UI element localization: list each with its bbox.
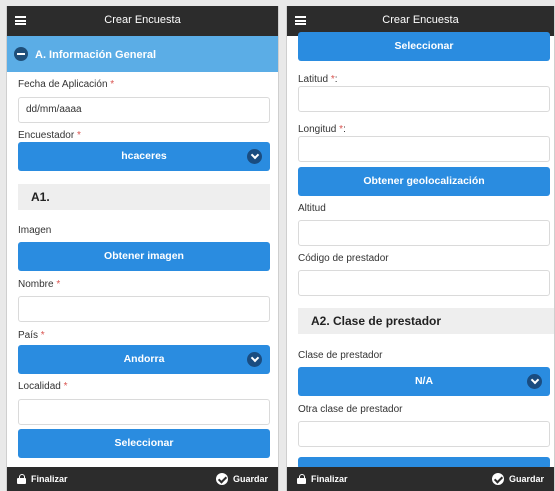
page-title: Crear Encuesta — [104, 14, 181, 26]
clase-select[interactable]: N/A — [298, 367, 550, 396]
altitud-input[interactable] — [298, 220, 550, 246]
chevron-down-icon — [247, 149, 262, 164]
clase-value: N/A — [414, 375, 434, 387]
latitud-label: Latitud *: — [298, 74, 338, 85]
finalizar-button[interactable]: Finalizar — [17, 474, 68, 484]
otra-clase-label: Otra clase de prestador — [298, 404, 403, 415]
left-screen: Crear Encuesta A. Información General Fe… — [6, 6, 279, 491]
longitud-label: Longitud *: — [298, 124, 346, 135]
longitud-input[interactable] — [298, 136, 550, 162]
guardar-label: Guardar — [508, 474, 544, 484]
guardar-label: Guardar — [232, 474, 268, 484]
fecha-input[interactable]: dd/mm/aaaa — [18, 97, 270, 123]
nombre-label: Nombre * — [18, 279, 61, 290]
altitud-label: Altitud — [298, 203, 326, 214]
section-title: A. Información General — [35, 49, 157, 61]
subsection-a1: A1. — [18, 184, 270, 210]
pais-value: Andorra — [123, 353, 165, 365]
check-circle-icon — [491, 473, 504, 485]
top-bar: Crear Encuesta — [7, 6, 278, 36]
subsection-a2: A2. Clase de prestador — [298, 308, 554, 334]
encuestador-value: hcaceres — [121, 150, 167, 162]
clase-label: Clase de prestador — [298, 350, 383, 361]
encuestador-select[interactable]: hcaceres — [18, 142, 270, 171]
page-title: Crear Encuesta — [382, 14, 459, 26]
codigo-label: Código de prestador — [298, 253, 389, 264]
screenshot-stage: Crear Encuesta A. Información General Fe… — [0, 0, 555, 491]
section-header-informacion-general[interactable]: A. Información General — [7, 36, 278, 72]
chevron-down-icon — [247, 352, 262, 367]
finalizar-button[interactable]: Finalizar — [297, 474, 348, 484]
lock-icon — [17, 474, 26, 484]
seleccionar-button[interactable]: Seleccionar — [18, 429, 270, 458]
otra-clase-input[interactable] — [298, 421, 550, 447]
obtener-geolocalizacion-button[interactable]: Obtener geolocalización — [298, 167, 550, 196]
pais-label: País * — [18, 330, 45, 341]
guardar-button[interactable]: Guardar — [491, 473, 544, 485]
seleccionar-button[interactable]: Seleccionar — [298, 32, 550, 61]
localidad-label: Localidad * — [18, 381, 68, 392]
codigo-input[interactable] — [298, 270, 550, 296]
bottom-bar: Finalizar Guardar — [287, 467, 554, 491]
guardar-button[interactable]: Guardar — [215, 473, 268, 485]
localidad-input[interactable] — [18, 399, 270, 425]
check-circle-icon — [215, 473, 228, 485]
finalizar-label: Finalizar — [311, 474, 348, 484]
latitud-input[interactable] — [298, 86, 550, 112]
collapse-minus-icon[interactable] — [14, 47, 28, 61]
chevron-down-icon — [527, 374, 542, 389]
finalizar-label: Finalizar — [31, 474, 68, 484]
lock-icon — [297, 474, 306, 484]
fecha-label: Fecha de Aplicación * — [18, 79, 115, 90]
pais-select[interactable]: Andorra — [18, 345, 270, 374]
right-screen: Crear Encuesta Seleccionar Latitud *: Lo… — [286, 6, 555, 491]
imagen-label: Imagen — [18, 225, 52, 236]
nombre-input[interactable] — [18, 296, 270, 322]
encuestador-label: Encuestador * — [18, 130, 81, 141]
obtener-imagen-button[interactable]: Obtener imagen — [18, 242, 270, 271]
bottom-bar: Finalizar Guardar — [7, 467, 278, 491]
